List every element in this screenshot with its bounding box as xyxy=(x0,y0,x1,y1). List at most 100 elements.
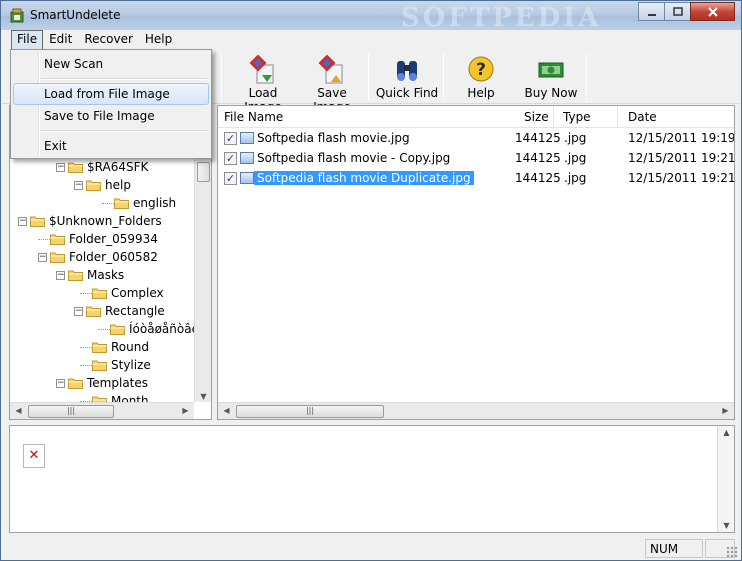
scroll-up-icon[interactable]: ▲ xyxy=(718,428,735,437)
column-header-size[interactable]: Size xyxy=(524,106,556,128)
column-header-date[interactable]: Date xyxy=(622,106,732,128)
maximize-button[interactable] xyxy=(664,2,691,21)
scroll-left-icon[interactable]: ◀ xyxy=(10,406,27,415)
tree-item[interactable]: − help xyxy=(74,176,131,194)
tree-item[interactable]: − $RA64SFK xyxy=(56,158,148,176)
cell-size: 144125 xyxy=(515,171,561,185)
tree-item-label: Stylize xyxy=(111,358,151,372)
tree-connector xyxy=(38,238,50,240)
collapse-icon[interactable]: − xyxy=(74,180,83,190)
scroll-down-icon[interactable]: ▼ xyxy=(195,392,211,401)
image-file-icon xyxy=(240,152,254,164)
table-row[interactable]: ✓ Softpedia flash movie - Copy.jpg 144125.… xyxy=(218,149,734,168)
tree-item[interactable]: Complex xyxy=(80,284,164,302)
cell-date: 12/15/2011 19:21 xyxy=(628,151,735,165)
tree-item[interactable]: Stylize xyxy=(80,356,151,374)
folder-icon xyxy=(86,180,101,191)
tree-item[interactable]: − Rectangle xyxy=(74,302,165,320)
tree-item-label: Rectangle xyxy=(105,304,165,318)
folder-icon xyxy=(68,270,83,281)
caption-buttons xyxy=(638,2,735,21)
list-hscroll-thumb[interactable]: ||| xyxy=(236,405,384,418)
tree-item[interactable]: Round xyxy=(80,338,149,356)
status-text-panel xyxy=(2,539,643,558)
row-checkbox[interactable]: ✓ xyxy=(224,132,237,145)
row-checkbox[interactable]: ✓ xyxy=(224,152,237,165)
toolbar-separator xyxy=(221,54,222,100)
watermark-text: SOFTPEDIA xyxy=(401,3,602,33)
tree-item[interactable]: − Folder_060582 xyxy=(38,248,158,266)
money-icon xyxy=(538,62,564,78)
app-icon xyxy=(10,8,24,23)
collapse-icon[interactable]: − xyxy=(74,306,83,316)
list-horizontal-scrollbar[interactable]: ◀ ||| ▶ xyxy=(218,402,734,419)
load-image-button[interactable]: Load Image xyxy=(230,53,296,114)
folder-icon xyxy=(92,288,107,299)
menu-item-new-scan[interactable]: New Scan xyxy=(13,53,209,75)
tree-horizontal-scrollbar[interactable]: ◀ ||| ▶ xyxy=(10,402,194,419)
scroll-right-icon[interactable]: ▶ xyxy=(717,406,734,415)
close-button[interactable] xyxy=(690,2,735,21)
quick-find-button[interactable]: Quick Find xyxy=(375,53,439,103)
buy-now-button[interactable]: Buy Now xyxy=(520,53,582,103)
toolbar-separator xyxy=(586,54,587,100)
window-title: SmartUndelete xyxy=(30,8,121,22)
collapse-icon[interactable]: − xyxy=(18,216,27,226)
cell-size: 144125 xyxy=(515,131,561,145)
minimize-button[interactable] xyxy=(638,2,665,21)
menu-separator xyxy=(41,130,207,132)
table-row[interactable]: ✓ Softpedia flash movie Duplicate.jpg 1441… xyxy=(218,169,734,188)
cell-file-name: Softpedia flash movie.jpg xyxy=(257,131,410,145)
tree-item-label: english xyxy=(133,196,177,210)
save-image-button[interactable]: Save Image xyxy=(299,53,365,114)
menu-item-exit[interactable]: Exit xyxy=(13,135,209,157)
menu-file[interactable]: File xyxy=(11,30,44,50)
tree-hscroll-thumb[interactable]: ||| xyxy=(28,405,114,418)
collapse-icon[interactable]: − xyxy=(38,252,47,262)
preview-vertical-scrollbar[interactable]: ▲ ▼ xyxy=(717,426,734,532)
image-file-icon xyxy=(240,132,254,144)
cell-type: .jpg xyxy=(564,131,587,145)
folder-icon xyxy=(68,162,83,173)
tree-item-label: $Unknown_Folders xyxy=(49,214,162,228)
menu-edit[interactable]: Edit xyxy=(43,30,78,50)
cell-file-name: Softpedia flash movie - Copy.jpg xyxy=(257,151,451,165)
tree-item[interactable]: Folder_059934 xyxy=(38,230,158,248)
menu-help[interactable]: Help xyxy=(139,30,178,50)
tree-item[interactable]: − Masks xyxy=(56,266,124,284)
file-list[interactable]: File Name Size Type Date ✓ Softpedia flas… xyxy=(217,105,735,420)
folder-icon xyxy=(68,378,83,389)
tree-vscroll-thumb[interactable] xyxy=(197,162,210,182)
column-header-file-name[interactable]: File Name xyxy=(224,106,554,128)
cell-file-name: Softpedia flash movie Duplicate.jpg xyxy=(254,171,474,185)
menu-bar: File Edit Recover Help xyxy=(2,30,740,50)
collapse-icon[interactable]: − xyxy=(56,270,65,280)
folder-icon xyxy=(50,252,65,263)
collapse-icon[interactable]: − xyxy=(56,378,65,388)
tree-item[interactable]: − Templates xyxy=(56,374,148,392)
num-lock-indicator: NUM xyxy=(645,539,703,558)
scroll-left-icon[interactable]: ◀ xyxy=(218,406,235,415)
menu-item-save-to-file-image[interactable]: Save to File Image xyxy=(13,105,209,127)
tree-item[interactable]: english xyxy=(102,194,176,212)
folder-icon xyxy=(114,198,129,209)
broken-image-icon: ✕ xyxy=(23,444,45,468)
collapse-icon[interactable]: − xyxy=(56,162,65,172)
tree-item[interactable]: − $Unknown_Folders xyxy=(18,212,162,230)
resize-grip[interactable] xyxy=(726,546,738,558)
scroll-right-icon[interactable]: ▶ xyxy=(177,406,194,415)
menu-item-load-from-file-image[interactable]: Load from File Image xyxy=(13,83,209,105)
table-row[interactable]: ✓ Softpedia flash movie.jpg 144125 .jpg 12/1… xyxy=(218,129,734,148)
menu-recover[interactable]: Recover xyxy=(78,30,139,50)
row-checkbox[interactable]: ✓ xyxy=(224,172,237,185)
maximize-icon xyxy=(672,6,683,16)
tree-item-label: Complex xyxy=(111,286,164,300)
help-label: Help xyxy=(467,86,495,100)
help-button[interactable]: ? Help xyxy=(458,53,504,103)
tree-item[interactable]: Íóòåøåñòâèÿ xyxy=(98,320,206,338)
title-bar[interactable]: SmartUndelete SOFTPEDIA xyxy=(1,1,741,33)
column-header-type[interactable]: Type xyxy=(558,106,618,128)
tree-item-label: Masks xyxy=(87,268,125,282)
scroll-down-icon[interactable]: ▼ xyxy=(718,521,735,530)
help-icon: ? xyxy=(468,56,494,82)
